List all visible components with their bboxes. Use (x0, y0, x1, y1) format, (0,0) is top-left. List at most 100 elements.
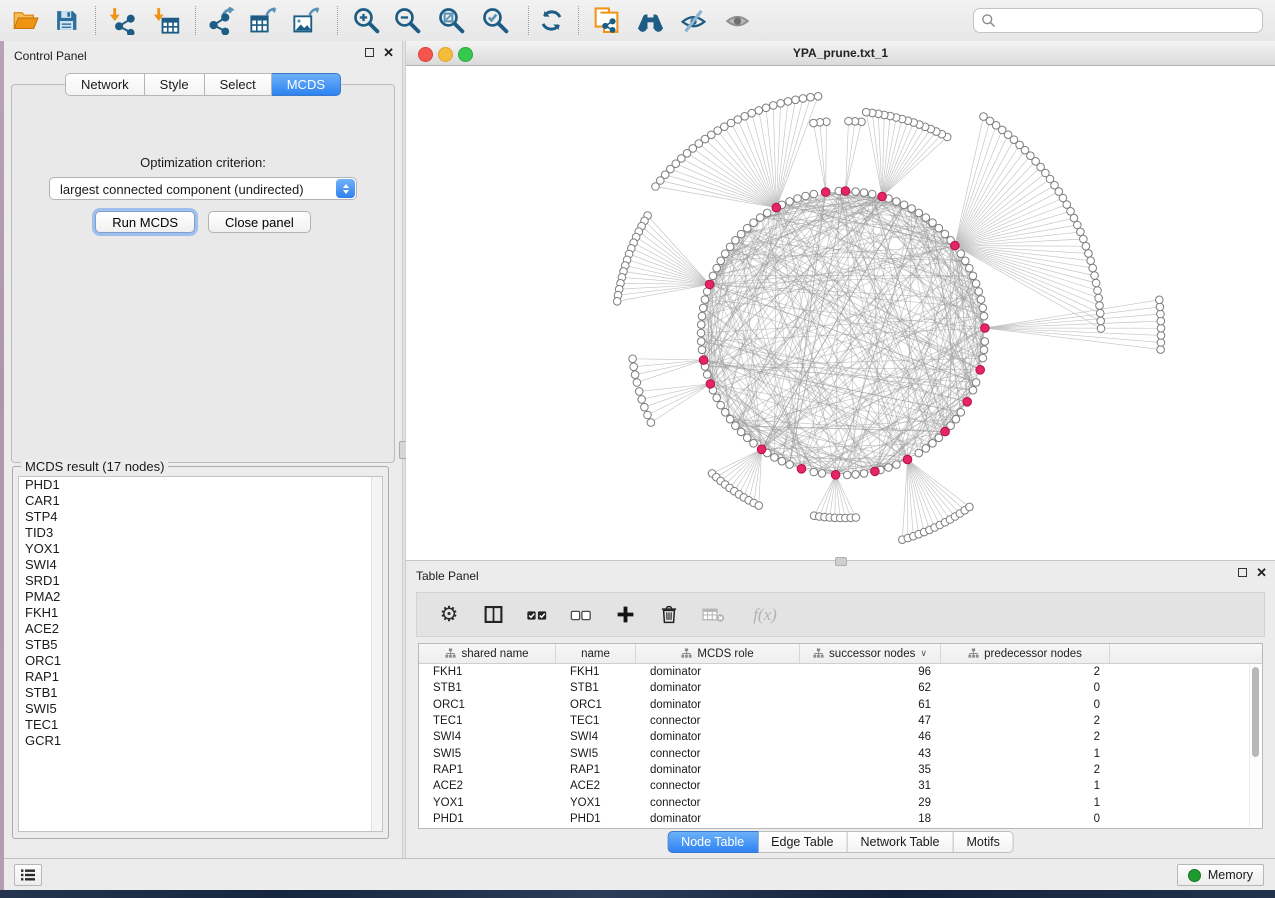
new-network-from-selection-icon[interactable] (588, 4, 624, 37)
mcds-result-list[interactable]: PHD1 CAR1 STP4 TID3 YOX1 SWI4 SRD1 PMA2 … (18, 476, 383, 832)
zoom-out-icon[interactable] (389, 4, 425, 37)
close-panel-button[interactable]: Close panel (208, 211, 311, 233)
tab-style[interactable]: Style (145, 73, 205, 96)
network-node[interactable] (763, 209, 771, 217)
network-node[interactable] (750, 440, 758, 448)
network-node[interactable] (726, 243, 734, 251)
tab-edge-table[interactable]: Edge Table (758, 831, 847, 853)
table-options-gear-icon[interactable]: ⚙ (437, 603, 461, 627)
network-leaf-node[interactable] (631, 371, 639, 379)
network-node[interactable] (818, 470, 826, 478)
network-leaf-node[interactable] (862, 108, 870, 116)
network-node[interactable] (852, 471, 860, 479)
network-leaf-node[interactable] (1089, 264, 1097, 272)
network-leaf-node[interactable] (635, 388, 643, 396)
network-leaf-node[interactable] (1097, 325, 1105, 333)
network-node[interactable] (743, 434, 751, 442)
list-item[interactable]: ACE2 (19, 621, 382, 637)
network-node[interactable] (697, 338, 705, 346)
select-all-rows-icon[interactable] (525, 603, 549, 627)
network-hub-node-mcds[interactable] (699, 356, 708, 365)
network-node[interactable] (778, 457, 786, 465)
network-hub-node-mcds[interactable] (878, 192, 887, 201)
network-node[interactable] (969, 386, 977, 394)
network-node[interactable] (922, 445, 930, 453)
network-node[interactable] (810, 190, 818, 198)
zoom-in-icon[interactable] (348, 4, 384, 37)
list-item[interactable]: GCR1 (19, 733, 382, 749)
network-node[interactable] (810, 468, 818, 476)
import-table-icon[interactable] (148, 4, 184, 37)
list-item[interactable]: TEC1 (19, 717, 382, 733)
network-node[interactable] (771, 454, 779, 462)
network-leaf-node[interactable] (755, 107, 763, 115)
column-header-mcds-role[interactable]: MCDS role (636, 644, 800, 663)
network-node[interactable] (802, 192, 810, 200)
network-node[interactable] (962, 257, 970, 265)
network-node[interactable] (908, 205, 916, 213)
network-node[interactable] (969, 272, 977, 280)
close-panel-icon[interactable]: ✕ (1256, 568, 1267, 577)
list-item[interactable]: SRD1 (19, 573, 382, 589)
network-node[interactable] (929, 219, 937, 227)
network-node[interactable] (893, 461, 901, 469)
search-network-binoculars-icon[interactable] (632, 4, 668, 37)
network-node[interactable] (786, 461, 794, 469)
network-leaf-node[interactable] (1095, 294, 1103, 302)
network-node[interactable] (697, 329, 705, 337)
deselect-all-rows-icon[interactable] (569, 603, 593, 627)
network-node[interactable] (981, 338, 989, 346)
network-hub-node-mcds[interactable] (772, 203, 781, 212)
network-leaf-node[interactable] (784, 98, 792, 106)
close-panel-icon[interactable]: ✕ (383, 48, 394, 57)
export-image-icon[interactable] (288, 4, 324, 37)
network-node[interactable] (794, 195, 802, 203)
network-leaf-node[interactable] (1156, 303, 1164, 311)
table-row[interactable]: FKH1FKH1dominator962 (419, 664, 1262, 680)
network-node[interactable] (737, 428, 745, 436)
network-leaf-node[interactable] (966, 503, 974, 511)
network-leaf-node[interactable] (1080, 235, 1088, 243)
network-leaf-node[interactable] (644, 411, 652, 419)
network-node[interactable] (786, 198, 794, 206)
network-hub-node-mcds[interactable] (951, 241, 960, 250)
network-leaf-node[interactable] (1157, 310, 1165, 318)
network-leaf-node[interactable] (762, 104, 770, 112)
network-node[interactable] (941, 230, 949, 238)
network-graph[interactable] (406, 66, 1275, 560)
network-node[interactable] (713, 394, 721, 402)
tab-motifs[interactable]: Motifs (953, 831, 1013, 853)
search-input[interactable] (1001, 13, 1262, 29)
network-node[interactable] (709, 272, 717, 280)
network-leaf-node[interactable] (777, 100, 785, 108)
import-network-icon[interactable] (104, 4, 140, 37)
float-panel-icon[interactable] (365, 48, 374, 57)
save-session-icon[interactable] (48, 4, 84, 37)
list-item[interactable]: STB1 (19, 685, 382, 701)
network-node[interactable] (972, 379, 980, 387)
network-node[interactable] (698, 346, 706, 354)
network-node[interactable] (713, 264, 721, 272)
network-leaf-node[interactable] (810, 119, 818, 127)
tab-node-table[interactable]: Node Table (667, 831, 758, 853)
network-hub-node-mcds[interactable] (981, 324, 990, 333)
network-hub-node-mcds[interactable] (941, 427, 950, 436)
column-header-successor-nodes[interactable]: successor nodes ∨ (800, 644, 941, 663)
network-leaf-node[interactable] (980, 113, 988, 121)
tab-select[interactable]: Select (205, 73, 272, 96)
network-leaf-node[interactable] (792, 96, 800, 104)
table-row[interactable]: ORC1ORC1dominator610 (419, 697, 1262, 713)
tab-network-table[interactable]: Network Table (848, 831, 954, 853)
add-column-icon[interactable] (613, 603, 637, 627)
zoom-fit-icon[interactable] (433, 4, 469, 37)
task-history-list-icon[interactable] (14, 864, 42, 886)
network-leaf-node[interactable] (638, 396, 646, 404)
list-item[interactable]: STB5 (19, 637, 382, 653)
network-hub-node-mcds[interactable] (903, 455, 912, 464)
network-leaf-node[interactable] (814, 93, 822, 101)
memory-button[interactable]: Memory (1177, 864, 1264, 886)
list-item[interactable]: STP4 (19, 509, 382, 525)
network-leaf-node[interactable] (1096, 309, 1104, 317)
network-leaf-node[interactable] (1157, 339, 1165, 347)
list-item[interactable]: CAR1 (19, 493, 382, 509)
